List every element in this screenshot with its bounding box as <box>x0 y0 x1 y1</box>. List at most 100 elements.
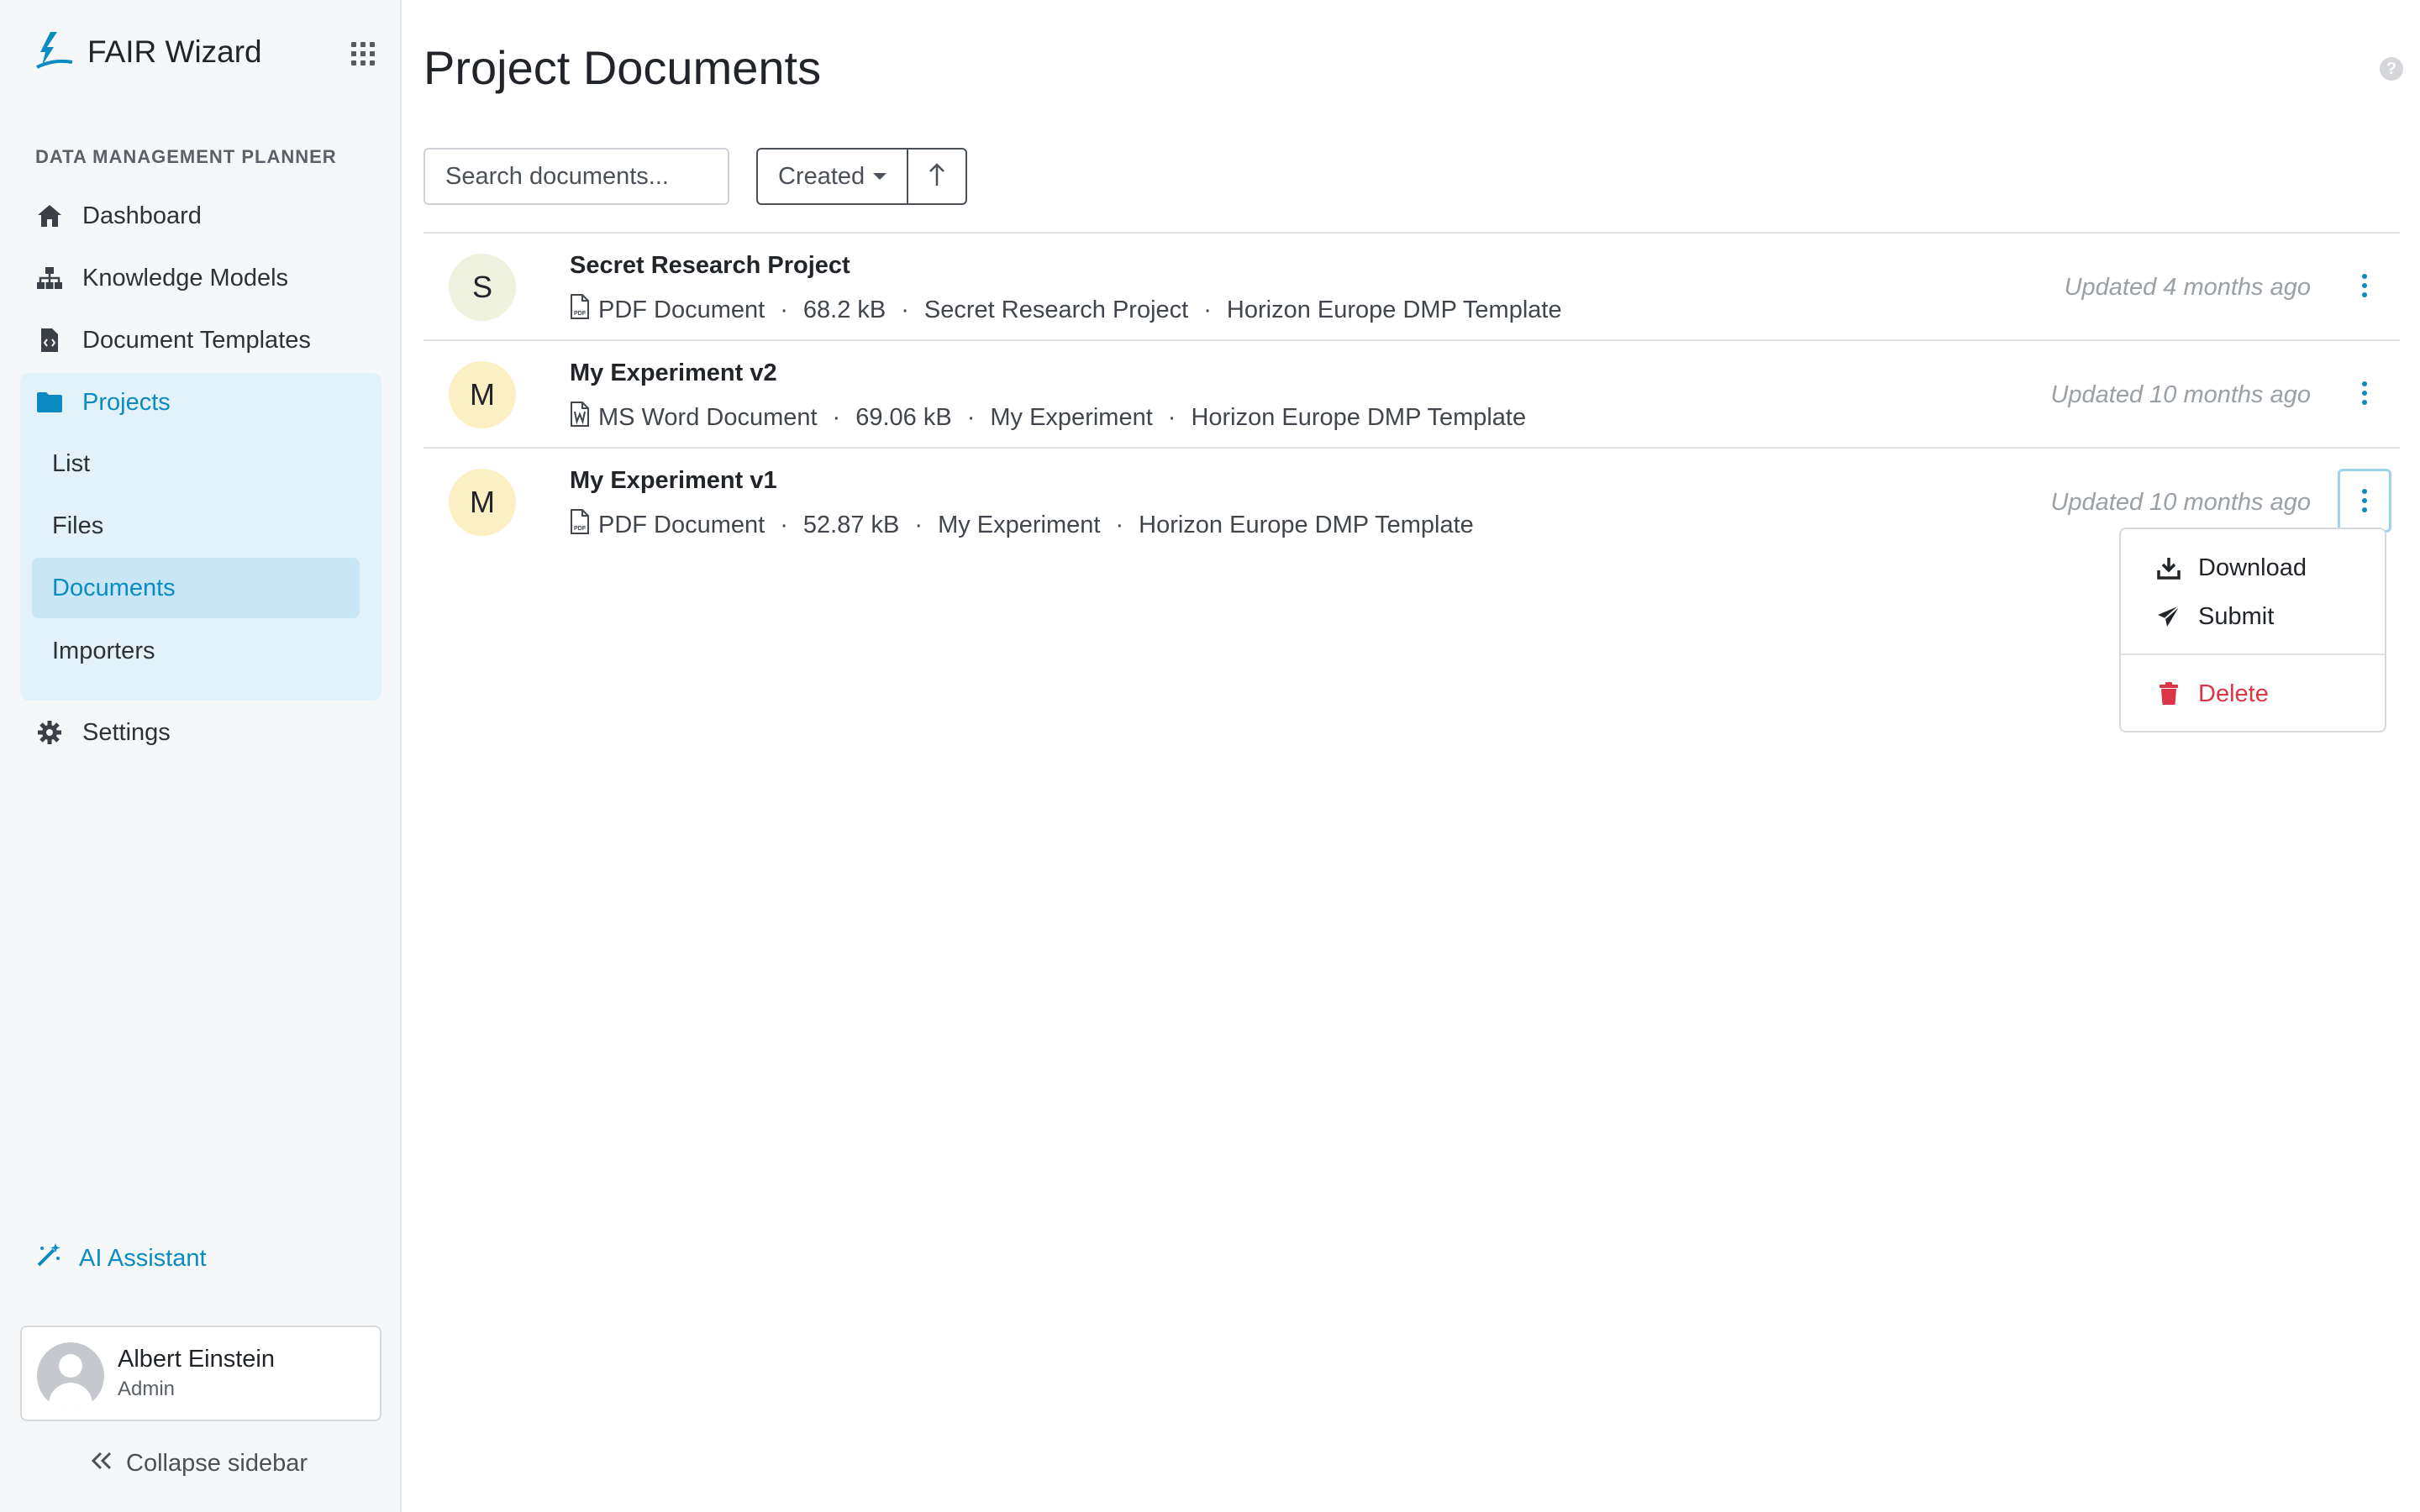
trash-icon <box>2156 682 2181 706</box>
sidebar-item-projects[interactable]: Projects <box>35 378 171 427</box>
row-actions-menu: Download Submit Delete <box>2119 528 2386 732</box>
user-menu[interactable]: Albert Einstein Admin <box>20 1326 381 1421</box>
row-actions-button[interactable] <box>2338 469 2391 533</box>
pdf-file-icon: PDF <box>570 509 590 541</box>
sidebar-item-knowledge-models[interactable]: Knowledge Models <box>35 254 288 302</box>
separator: · <box>914 511 923 538</box>
separator: · <box>832 403 841 431</box>
sidebar-subitem-files[interactable]: Files <box>32 496 360 556</box>
sidebar-subitem-importers[interactable]: Importers <box>32 621 360 681</box>
brand[interactable]: FAIR Wizard <box>32 29 262 76</box>
collapse-sidebar-button[interactable]: Collapse sidebar <box>91 1450 308 1478</box>
sidebar-item-document-templates[interactable]: Document Templates <box>35 316 311 365</box>
home-icon <box>35 202 64 230</box>
avatar <box>37 1342 104 1410</box>
sidebar: FAIR Wizard DATA MANAGEMENT PLANNER Dash… <box>0 0 402 1512</box>
separator: · <box>966 403 976 431</box>
separator: · <box>780 511 788 538</box>
document-avatar: S <box>449 254 516 321</box>
document-updated: Updated 4 months ago <box>2064 274 2311 301</box>
separator: · <box>901 296 909 323</box>
table-row[interactable]: M My Experiment v1 PDF PDF Document · 52… <box>424 449 2400 554</box>
arrow-up-icon <box>928 162 946 192</box>
sort-controls: Created <box>756 148 968 205</box>
row-actions-button[interactable] <box>2338 361 2391 425</box>
separator: · <box>1203 296 1212 323</box>
sidebar-subitem-label: Importers <box>52 637 155 664</box>
page-title: Project Documents <box>424 41 822 94</box>
sidebar-subitem-documents[interactable]: Documents <box>32 558 360 618</box>
document-template[interactable]: Horizon Europe DMP Template <box>1227 297 1562 324</box>
separator: · <box>780 296 788 323</box>
document-template[interactable]: Horizon Europe DMP Template <box>1139 512 1474 539</box>
download-icon <box>2156 556 2181 580</box>
folder-icon <box>35 388 64 417</box>
sidebar-item-label: Settings <box>82 718 171 746</box>
submit-label: Submit <box>2198 602 2275 630</box>
document-meta: PDF PDF Document · 52.87 kB · My Experim… <box>570 509 1474 541</box>
sidebar-item-label: Document Templates <box>82 326 311 354</box>
pdf-file-icon: PDF <box>570 294 590 326</box>
word-file-icon <box>570 402 590 433</box>
gear-icon <box>35 718 64 747</box>
separator: · <box>1115 511 1124 538</box>
document-size: 69.06 kB <box>855 403 952 431</box>
document-project[interactable]: Secret Research Project <box>924 297 1188 324</box>
submit-menu-item[interactable]: Submit <box>2121 595 2385 638</box>
sidebar-subitem-label: List <box>52 449 91 477</box>
document-list: S Secret Research Project PDF PDF Docume… <box>424 232 2400 554</box>
document-project[interactable]: My Experiment <box>938 512 1100 539</box>
document-avatar: M <box>449 469 516 536</box>
paper-plane-icon <box>2156 605 2181 628</box>
user-name: Albert Einstein <box>118 1346 275 1373</box>
sidebar-item-label: Knowledge Models <box>82 264 289 291</box>
delete-label: Delete <box>2198 680 2269 707</box>
document-meta: MS Word Document · 69.06 kB · My Experim… <box>570 402 1526 433</box>
sidebar-subitem-label: Files <box>52 512 104 539</box>
document-title[interactable]: My Experiment v2 <box>570 360 777 387</box>
document-format: MS Word Document <box>598 403 818 431</box>
double-chevron-left-icon <box>91 1450 113 1478</box>
document-template[interactable]: Horizon Europe DMP Template <box>1191 404 1526 432</box>
search-input[interactable] <box>424 148 729 205</box>
ai-assistant-link[interactable]: AI Assistant <box>35 1242 207 1275</box>
document-updated: Updated 10 months ago <box>2050 381 2311 408</box>
sidebar-subitem-label: Documents <box>52 574 176 601</box>
caret-down-icon <box>873 173 887 180</box>
help-icon[interactable]: ? <box>2380 57 2403 81</box>
svg-text:PDF: PDF <box>574 311 587 317</box>
delete-menu-item[interactable]: Delete <box>2121 672 2385 716</box>
menu-divider <box>2121 654 2385 655</box>
main-content: Project Documents ? Created S Secret Res… <box>402 0 2420 1512</box>
collapse-sidebar-label: Collapse sidebar <box>126 1450 308 1477</box>
document-meta: PDF PDF Document · 68.2 kB · Secret Rese… <box>570 294 1562 326</box>
section-label: DATA MANAGEMENT PLANNER <box>35 146 337 167</box>
fair-wizard-logo-icon <box>32 29 76 76</box>
document-format: PDF Document <box>598 511 765 538</box>
document-title[interactable]: Secret Research Project <box>570 252 850 280</box>
sitemap-icon <box>35 264 64 292</box>
apps-grid-icon[interactable] <box>351 42 375 66</box>
document-updated: Updated 10 months ago <box>2050 489 2311 516</box>
file-code-icon <box>35 326 64 354</box>
sidebar-subitem-list[interactable]: List <box>32 433 360 494</box>
document-title[interactable]: My Experiment v1 <box>570 467 777 495</box>
table-row[interactable]: S Secret Research Project PDF PDF Docume… <box>424 234 2400 341</box>
document-project[interactable]: My Experiment <box>990 404 1152 432</box>
app-name: FAIR Wizard <box>87 34 262 69</box>
sidebar-item-label: Dashboard <box>82 202 202 229</box>
document-avatar: M <box>449 361 516 428</box>
separator: · <box>1167 403 1176 431</box>
download-menu-item[interactable]: Download <box>2121 546 2385 590</box>
table-row[interactable]: M My Experiment v2 MS Word Document · 69… <box>424 341 2400 449</box>
ai-assistant-label: AI Assistant <box>79 1244 207 1272</box>
document-size: 68.2 kB <box>802 296 886 323</box>
sidebar-item-label: Projects <box>82 388 171 416</box>
sort-direction-button[interactable] <box>907 150 965 203</box>
row-actions-button[interactable] <box>2338 254 2391 318</box>
sidebar-item-dashboard[interactable]: Dashboard <box>35 192 202 240</box>
sort-field-dropdown[interactable]: Created <box>758 150 907 203</box>
user-role: Admin <box>118 1378 176 1400</box>
document-format: PDF Document <box>598 296 765 323</box>
sidebar-item-settings[interactable]: Settings <box>35 708 171 757</box>
